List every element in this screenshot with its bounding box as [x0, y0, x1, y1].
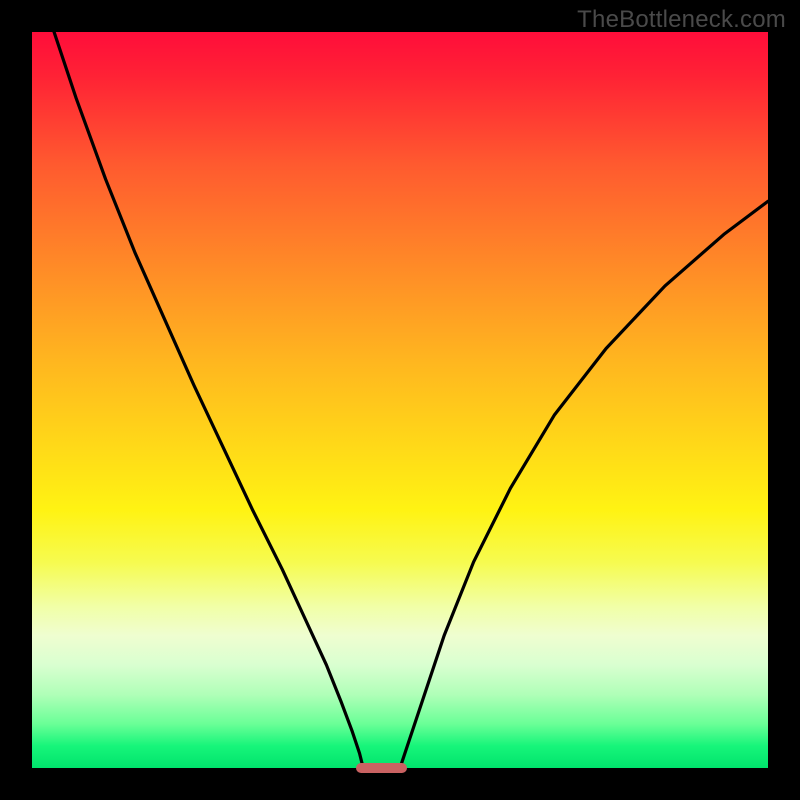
bottleneck-bar [356, 763, 408, 773]
chart-frame: TheBottleneck.com [0, 0, 800, 800]
right-curve [400, 201, 768, 768]
curve-layer [32, 32, 768, 768]
plot-area [32, 32, 768, 768]
left-curve [54, 32, 363, 768]
watermark-text: TheBottleneck.com [577, 6, 786, 34]
